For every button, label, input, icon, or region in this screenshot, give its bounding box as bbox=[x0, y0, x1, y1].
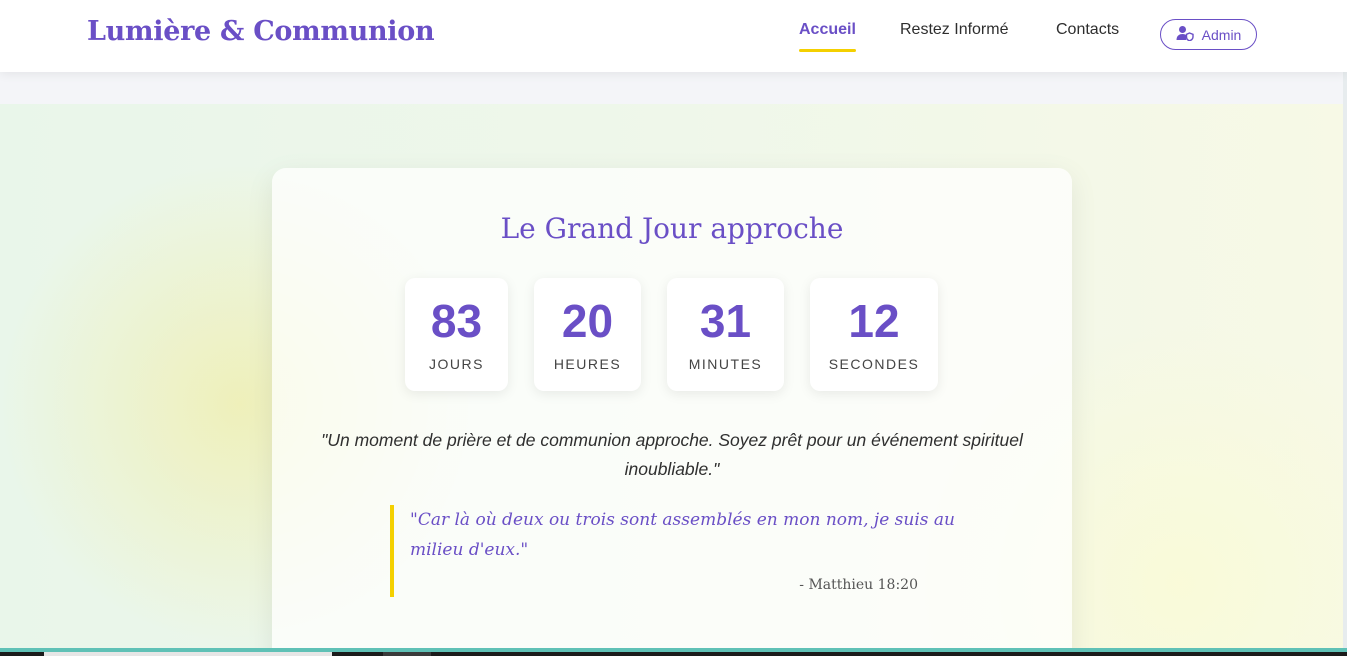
site-logo[interactable]: Lumière & Communion bbox=[87, 16, 435, 47]
header-spacer bbox=[0, 72, 1347, 104]
minutes-label: MINUTES bbox=[688, 356, 763, 372]
taskbar-item[interactable] bbox=[383, 652, 431, 656]
countdown-title: Le Grand Jour approche bbox=[500, 212, 844, 245]
countdown-seconds: 12 SECONDES bbox=[810, 278, 938, 391]
verse-text: "Car là où deux ou trois sont assemblés … bbox=[410, 510, 955, 560]
hours-label: HEURES bbox=[553, 356, 622, 372]
nav-link-accueil[interactable]: Accueil bbox=[799, 21, 856, 52]
verse-reference: - Matthieu 18:20 bbox=[799, 577, 918, 593]
days-value: 83 bbox=[430, 295, 483, 347]
event-intro-text: "Un moment de prière et de communion app… bbox=[321, 430, 1023, 479]
days-label: JOURS bbox=[429, 356, 484, 372]
minutes-value: 31 bbox=[699, 295, 752, 347]
taskbar-item[interactable] bbox=[44, 652, 332, 656]
countdown-days: 83 JOURS bbox=[405, 278, 508, 391]
countdown-card: Le Grand Jour approche 83 JOURS 20 HEURE… bbox=[272, 168, 1072, 656]
seconds-label: SECONDES bbox=[828, 356, 920, 372]
admin-label: Admin bbox=[1201, 26, 1242, 43]
navbar: Lumière & Communion Accueil Restez Infor… bbox=[0, 0, 1347, 72]
scrollbar-track[interactable] bbox=[1343, 0, 1347, 656]
countdown-minutes: 31 MINUTES bbox=[667, 278, 784, 391]
seconds-value: 12 bbox=[848, 295, 900, 347]
admin-button[interactable]: Admin bbox=[1160, 19, 1257, 50]
taskbar-strip bbox=[0, 648, 1347, 656]
nav-link-contacts[interactable]: Contacts bbox=[1056, 21, 1119, 39]
bible-verse-quote: "Car là où deux ou trois sont assemblés … bbox=[390, 505, 955, 597]
nav-link-restez-informe[interactable]: Restez Informé bbox=[900, 21, 1008, 39]
hours-value: 20 bbox=[561, 295, 614, 347]
user-shield-icon bbox=[1176, 25, 1194, 44]
countdown-hours: 20 HEURES bbox=[534, 278, 641, 391]
